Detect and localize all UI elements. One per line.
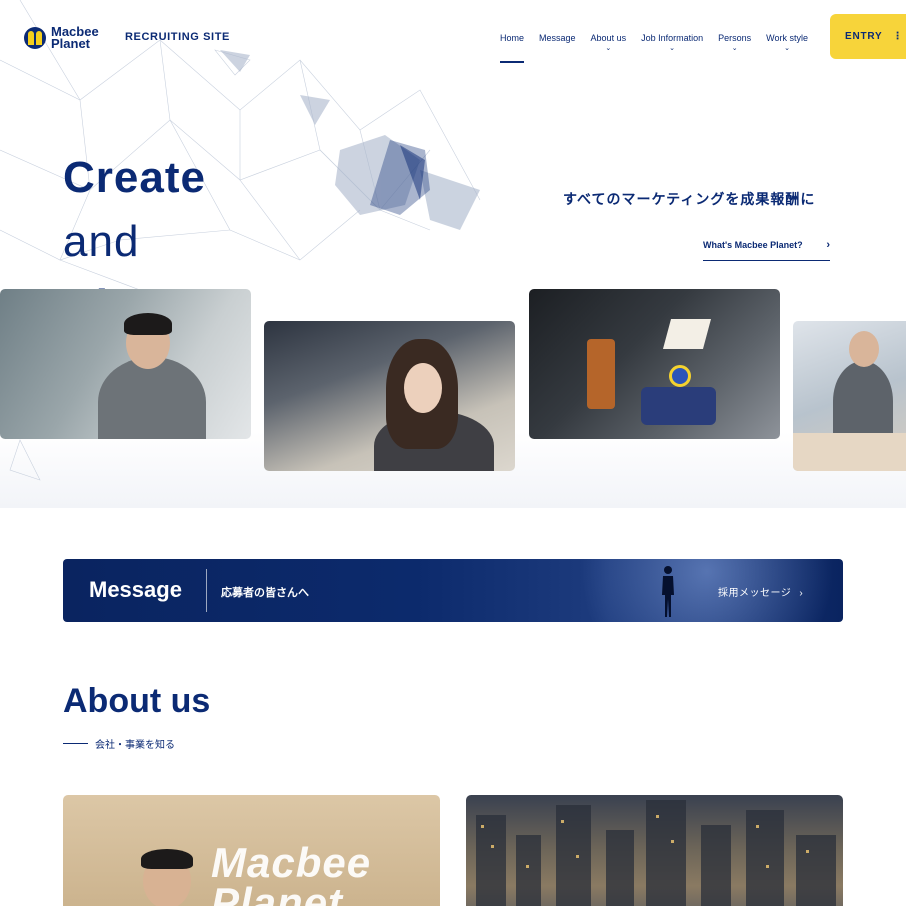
desk-shape: [793, 433, 906, 471]
site-header: Macbee Planet RECRUITING SITE Home Messa…: [0, 0, 906, 70]
nav-home[interactable]: Home: [500, 33, 525, 63]
divider-line: [63, 743, 88, 744]
person-shape: [833, 361, 893, 441]
nav-work-style[interactable]: Work style ⌄: [766, 33, 808, 52]
chevron-right-icon: ›: [799, 588, 804, 599]
divider: [206, 569, 207, 612]
nav-label: Work style: [766, 33, 808, 43]
city-skyline: [476, 800, 836, 906]
chevron-right-icon: ›: [826, 239, 830, 251]
message-link[interactable]: 採用メッセージ ›: [718, 584, 803, 599]
chevron-down-icon: ⌄: [784, 45, 791, 52]
office-photo-laptop: [793, 321, 906, 471]
message-banner[interactable]: Message 応募者の皆さんへ 採用メッセージ ›: [63, 559, 843, 622]
hero-tagline: すべてのマーケティングを成果報酬に: [563, 191, 816, 207]
wall-logo-sign: Macbee Planet: [211, 839, 372, 906]
office-lounge-photo: [529, 289, 780, 439]
logo-mark-icon: [24, 27, 46, 49]
main-nav: Home Message About us ⌄ Job Information …: [500, 33, 823, 63]
shelf-shape: [587, 339, 615, 409]
person-hair: [141, 849, 193, 869]
chevron-down-icon: ⌄: [731, 45, 738, 52]
nav-label: Home: [500, 33, 525, 43]
person-hair: [124, 313, 172, 335]
site-label: RECRUITING SITE: [125, 31, 230, 43]
nav-message[interactable]: Message: [539, 33, 576, 52]
nav-about-us[interactable]: About us ⌄: [591, 33, 627, 52]
nav-job-information[interactable]: Job Information ⌄: [641, 33, 703, 52]
chevron-down-icon: ⌄: [669, 45, 676, 52]
about-business-photo[interactable]: [466, 795, 843, 906]
nav-label: About us: [590, 33, 627, 43]
ball-shape: [669, 365, 691, 387]
person-face: [404, 363, 442, 413]
vertical-dots-icon: ⋮: [892, 31, 904, 42]
nav-persons[interactable]: Persons ⌄: [718, 33, 751, 52]
nav-label: Persons: [718, 33, 752, 43]
logo-text: Macbee Planet: [51, 24, 99, 51]
person-silhouette-icon: [662, 566, 674, 617]
sofa-shape: [641, 387, 716, 425]
hero-title-line1: Create: [63, 153, 206, 202]
about-company-photo[interactable]: Macbee Planet: [63, 795, 440, 906]
chevron-down-icon: ⌄: [605, 45, 612, 52]
message-title: Message: [89, 577, 182, 602]
message-subtitle: 応募者の皆さんへ: [221, 587, 309, 599]
site-logo[interactable]: Macbee Planet: [24, 24, 121, 51]
about-title: About us: [63, 682, 211, 720]
office-photo-woman: [264, 321, 515, 471]
about-subtitle: 会社・事業を知る: [63, 736, 175, 751]
hero-title-line2: and: [63, 217, 140, 266]
light-shape: [662, 319, 712, 349]
person-shape: [98, 357, 206, 439]
entry-label: ENTRY: [845, 31, 883, 42]
entry-button[interactable]: ENTRY ⋮: [830, 14, 906, 59]
message-link-label: 採用メッセージ: [718, 588, 792, 599]
about-subtitle-text: 会社・事業を知る: [95, 740, 175, 751]
nav-label: Message: [539, 33, 576, 43]
link-label: What's Macbee Planet?: [703, 240, 803, 250]
nav-label: Job Information: [641, 33, 704, 43]
person-head: [849, 331, 879, 367]
office-photo-man: [0, 289, 251, 439]
whats-macbee-link[interactable]: What's Macbee Planet? ›: [703, 239, 830, 261]
